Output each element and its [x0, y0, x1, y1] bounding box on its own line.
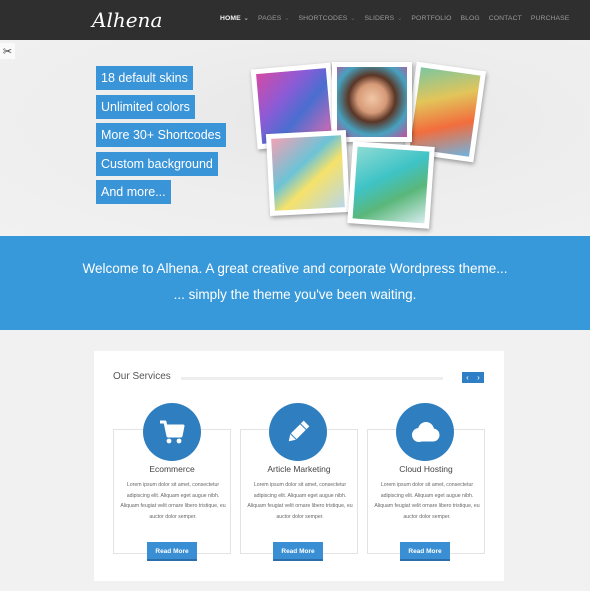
top-header: Alhena HOME ⌄ PAGES ⌄ SHORTCODES ⌄ SLIDERS ⌄…	[0, 0, 590, 40]
feature-label: And more...	[96, 180, 171, 204]
chevron-down-icon: ⌄	[243, 17, 249, 21]
nav-item-sliders[interactable]: SLIDERS ⌄	[364, 15, 402, 22]
feature-label: Unlimited colors	[96, 95, 195, 119]
chevron-down-icon: ⌄	[284, 17, 290, 21]
read-more-button[interactable]: Read More	[400, 542, 450, 561]
welcome-banner: Welcome to Alhena. A great creative and …	[0, 236, 590, 330]
service-description: Lorem ipsum dolor sit amet, consectetur …	[374, 482, 480, 520]
service-description: Lorem ipsum dolor sit amet, consectetur …	[120, 482, 226, 520]
nav-item-purchase[interactable]: PURCHASE	[531, 15, 570, 22]
service-description: Lorem ipsum dolor sit amet, consectetur …	[247, 482, 353, 520]
nav-label: CONTACT	[488, 15, 522, 22]
collage-photo	[347, 141, 435, 229]
cart-icon	[143, 403, 201, 461]
nav-label: PORTFOLIO	[411, 15, 452, 22]
collage-image	[352, 146, 430, 224]
nav-item-contact[interactable]: CONTACT	[489, 15, 522, 22]
welcome-line-1: Welcome to Alhena. A great creative and …	[82, 261, 508, 276]
nav-label: BLOG	[460, 15, 480, 22]
collage-photo	[265, 129, 351, 217]
services-title: Our Services	[113, 371, 171, 382]
nav-label: SHORTCODES	[298, 15, 348, 22]
nav-item-home[interactable]: HOME ⌄	[220, 15, 249, 22]
nav-label: PAGES	[257, 15, 282, 22]
main-nav: HOME ⌄ PAGES ⌄ SHORTCODES ⌄ SLIDERS ⌄ PORTFO…	[220, 15, 578, 22]
divider	[181, 377, 443, 380]
feature-label: More 30+ Shortcodes	[96, 123, 226, 147]
chevron-left-icon[interactable]: ‹	[462, 372, 473, 383]
services-section: Our Services ‹ › Ecommerce Lorem ipsum d…	[94, 351, 504, 581]
chevron-down-icon: ⌄	[350, 17, 356, 21]
nav-item-blog[interactable]: BLOG	[460, 15, 479, 22]
nav-item-pages[interactable]: PAGES ⌄	[258, 15, 290, 22]
nav-item-shortcodes[interactable]: SHORTCODES ⌄	[299, 15, 356, 22]
style-switcher-tools-icon[interactable]: ✂	[0, 43, 15, 59]
site-logo[interactable]: Alhena	[92, 8, 162, 32]
nav-label: SLIDERS	[364, 15, 395, 22]
nav-item-portfolio[interactable]: PORTFOLIO	[411, 15, 451, 22]
service-title: Article Marketing	[267, 464, 331, 474]
feature-label: 18 default skins	[96, 66, 193, 90]
welcome-line-2: ... simply the theme you've been waiting…	[173, 287, 417, 302]
carousel-nav: ‹ ›	[462, 372, 484, 383]
feature-label: Custom background	[96, 152, 218, 176]
nav-label: HOME	[220, 15, 241, 22]
collage-image	[337, 67, 407, 137]
service-title: Cloud Hosting	[399, 464, 453, 474]
service-title: Ecommerce	[149, 464, 195, 474]
chevron-down-icon: ⌄	[397, 17, 403, 21]
collage-image	[271, 135, 345, 211]
chevron-right-icon[interactable]: ›	[473, 372, 484, 383]
read-more-button[interactable]: Read More	[147, 542, 197, 561]
collage-image	[409, 67, 481, 157]
pencil-icon	[269, 403, 327, 461]
nav-label: PURCHASE	[530, 15, 570, 22]
cloud-icon	[396, 403, 454, 461]
hero-slider: ✂ 18 default skins Unlimited colors More…	[0, 40, 590, 236]
read-more-button[interactable]: Read More	[273, 542, 323, 561]
